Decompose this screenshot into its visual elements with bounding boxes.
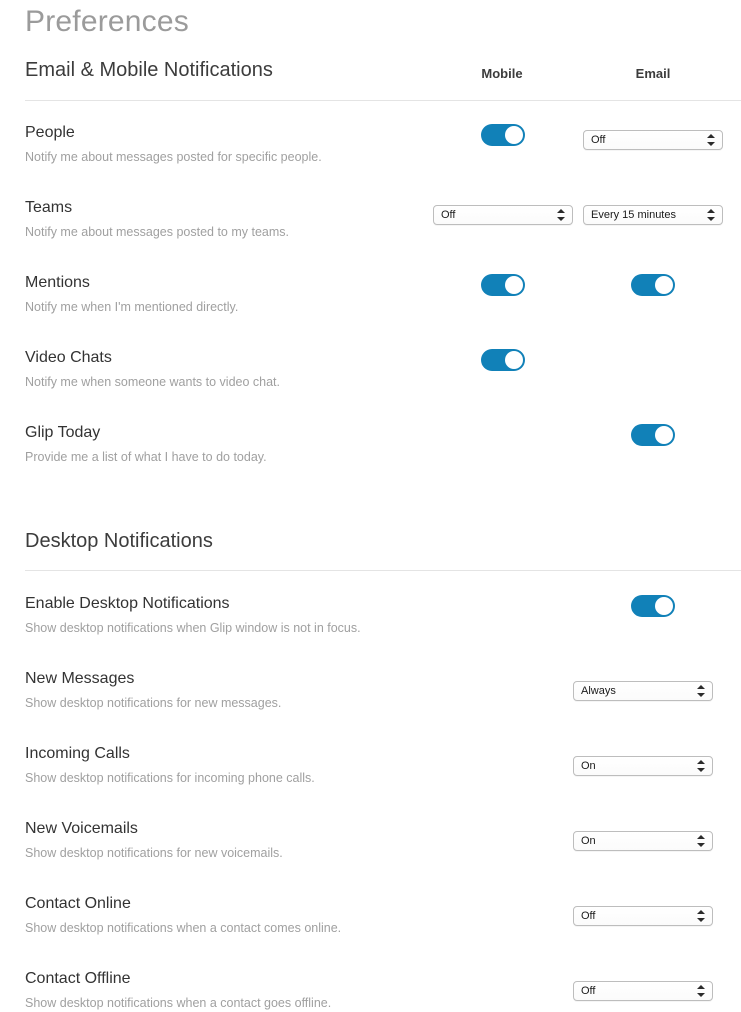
select-value: Always [581,685,616,697]
row-description-new-voicemails: Show desktop notifications for new voice… [25,846,283,860]
select-value: On [581,760,596,772]
toggle-knob [655,426,673,444]
column-header-email: Email [635,66,671,81]
row-description-video-chats: Notify me when someone wants to video ch… [25,375,280,389]
select-value: Off [591,134,606,146]
select-incoming-calls[interactable]: On [573,756,713,776]
select-new-voicemails[interactable]: On [573,831,713,851]
select-people-email[interactable]: Off [583,130,723,150]
stepper-arrows-icon [707,206,716,224]
select-value: Every 15 minutes [591,209,676,221]
toggle-enable-desktop-notifications[interactable] [631,595,675,617]
select-contact-offline[interactable]: Off [573,981,713,1001]
select-new-messages[interactable]: Always [573,681,713,701]
column-header-mobile: Mobile [481,66,523,81]
toggle-knob [505,276,523,294]
section-heading-desktop: Desktop Notifications [25,530,213,552]
row-label-new-messages: New Messages [25,670,135,687]
toggle-knob [505,351,523,369]
row-label-mentions: Mentions [25,274,90,291]
row-description-new-messages: Show desktop notifications for new messa… [25,696,282,710]
stepper-arrows-icon [697,832,706,850]
toggle-knob [655,276,673,294]
row-label-contact-online: Contact Online [25,895,131,912]
row-description-mentions: Notify me when I'm mentioned directly. [25,300,239,314]
row-description-glip-today: Provide me a list of what I have to do t… [25,450,267,464]
stepper-arrows-icon [697,682,706,700]
row-description-contact-online: Show desktop notifications when a contac… [25,921,342,935]
select-value: On [581,835,596,847]
stepper-arrows-icon [697,982,706,1000]
row-label-teams: Teams [25,199,73,216]
select-value: Off [581,985,596,997]
row-description-incoming-calls: Show desktop notifications for incoming … [25,771,315,785]
select-value: Off [581,910,596,922]
stepper-arrows-icon [697,757,706,775]
section-divider-desktop [25,570,741,571]
stepper-arrows-icon [557,206,566,224]
toggle-video-chats-mobile[interactable] [481,349,525,371]
row-label-enable-desktop-notifications: Enable Desktop Notifications [25,595,230,612]
select-teams-email[interactable]: Every 15 minutes [583,205,723,225]
toggle-mentions-mobile[interactable] [481,274,525,296]
preferences-page: Preferences Email & Mobile Notifications… [0,0,741,1012]
toggle-knob [655,597,673,615]
row-label-new-voicemails: New Voicemails [25,820,138,837]
stepper-arrows-icon [707,131,716,149]
toggle-glip-today-email[interactable] [631,424,675,446]
row-label-people: People [25,124,75,141]
row-description-people: Notify me about messages posted for spec… [25,150,322,164]
row-label-video-chats: Video Chats [25,349,112,366]
row-label-incoming-calls: Incoming Calls [25,745,130,762]
page-title: Preferences [25,5,189,38]
stepper-arrows-icon [697,907,706,925]
toggle-people-mobile[interactable] [481,124,525,146]
row-description-teams: Notify me about messages posted to my te… [25,225,290,239]
row-label-glip-today: Glip Today [25,424,101,441]
toggle-knob [505,126,523,144]
row-description-contact-offline: Show desktop notifications when a contac… [25,996,332,1010]
section-divider-email-mobile [25,100,741,101]
row-label-contact-offline: Contact Offline [25,970,131,987]
toggle-mentions-email[interactable] [631,274,675,296]
select-contact-online[interactable]: Off [573,906,713,926]
row-description-enable-desktop-notifications: Show desktop notifications when Glip win… [25,621,361,635]
section-heading-email-mobile: Email & Mobile Notifications [25,59,273,81]
select-teams-mobile[interactable]: Off [433,205,573,225]
select-value: Off [441,209,456,221]
